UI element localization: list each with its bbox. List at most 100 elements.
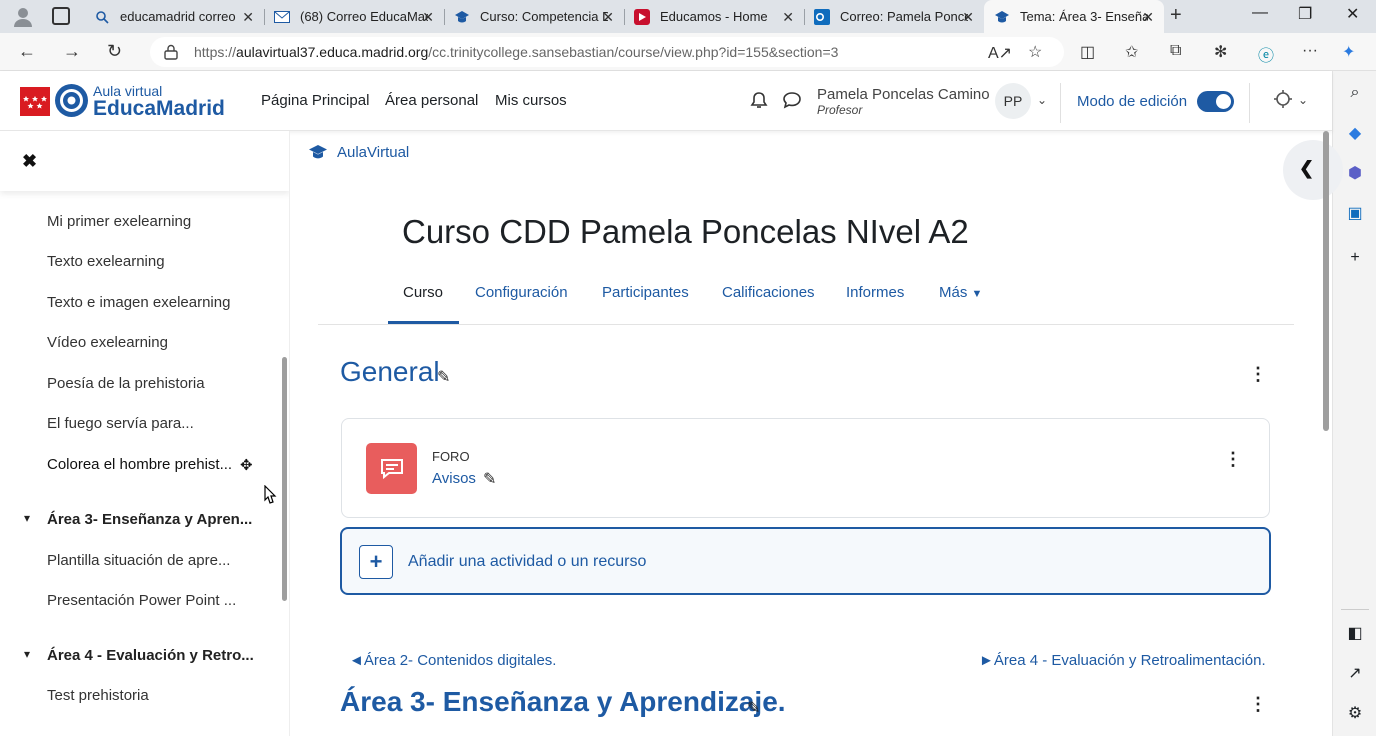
mail-icon — [274, 9, 290, 25]
next-section-link[interactable]: ►Área 4 - Evaluación y Retroalimentación… — [979, 652, 1266, 669]
section-menu-icon[interactable]: ⋮ — [1249, 694, 1267, 715]
chevron-down-icon[interactable]: ▾ — [24, 511, 30, 525]
collections-icon[interactable]: ⧉ — [1170, 42, 1181, 60]
chat-icon[interactable] — [782, 91, 802, 114]
shopping-icon[interactable]: ◆ — [1345, 123, 1365, 143]
user-name[interactable]: Pamela Poncelas Camino — [817, 86, 990, 103]
close-window-icon[interactable]: ✕ — [1346, 4, 1359, 24]
close-icon[interactable]: ✕ — [962, 9, 974, 26]
block-drawer-toggle[interactable]: ❮ — [1283, 140, 1343, 200]
restore-icon[interactable]: ❐ — [1298, 4, 1312, 24]
pencil-icon[interactable]: ✎ — [437, 367, 450, 387]
activity-link-avisos[interactable]: Avisos — [432, 470, 476, 487]
tab-educamadrid-correo[interactable]: educamadrid correo ✕ — [84, 0, 264, 33]
favorite-star-icon[interactable]: ☆ — [1028, 42, 1042, 62]
tab-educamos-home[interactable]: Educamos - Home ✕ — [624, 0, 804, 33]
tab-mas[interactable]: Más ▼ — [939, 284, 982, 301]
profile-icon[interactable] — [12, 6, 34, 28]
favorites-icon[interactable]: ✩ — [1125, 42, 1138, 62]
pencil-icon[interactable]: ✎ — [483, 469, 496, 489]
course-index-section[interactable]: Área 4 - Evaluación y Retro... — [47, 647, 254, 664]
chevron-down-icon[interactable]: ▾ — [24, 647, 30, 661]
course-index-item[interactable]: Texto exelearning — [47, 253, 165, 270]
user-role: Profesor — [817, 103, 863, 117]
tab-tema-area3[interactable]: Tema: Área 3- Enseñanza ✕ — [984, 0, 1164, 33]
forum-icon[interactable] — [366, 443, 417, 494]
tab-participantes[interactable]: Participantes — [602, 284, 689, 301]
close-icon[interactable]: ✕ — [1142, 9, 1154, 26]
external-link-icon[interactable]: ↗ — [1345, 663, 1365, 683]
close-icon[interactable]: ✕ — [602, 9, 614, 26]
breadcrumb[interactable]: AulaVirtual — [337, 144, 409, 161]
tab-curso[interactable]: Curso — [403, 284, 443, 301]
course-index-item[interactable]: Poesía de la prehistoria — [47, 375, 205, 392]
refresh-icon[interactable]: ↻ — [107, 41, 122, 62]
address-toolbar: ← → ↻ https://aulavirtual37.educa.madrid… — [0, 33, 1376, 71]
lock-icon[interactable] — [164, 44, 178, 60]
new-tab-icon[interactable]: + — [1170, 4, 1182, 27]
close-icon[interactable]: ✖ — [22, 151, 37, 172]
add-activity-button[interactable]: + Añadir una actividad o un recurso — [340, 527, 1271, 595]
tab-actions-icon[interactable] — [52, 7, 70, 25]
extensions-icon[interactable]: ✻ — [1214, 42, 1227, 62]
course-index-section[interactable]: Área 3- Enseñanza y Apren... — [47, 511, 252, 528]
site-header: Aula virtual EducaMadrid Página Principa… — [0, 71, 1332, 131]
course-index-item[interactable]: Texto e imagen exelearning — [47, 294, 230, 311]
move-icon[interactable]: ✥ — [240, 456, 253, 474]
pencil-icon[interactable]: ✎ — [747, 698, 760, 718]
educamos-icon — [634, 8, 650, 25]
drawer-scrollbar[interactable] — [282, 357, 287, 601]
activity-menu-icon[interactable]: ⋮ — [1224, 449, 1242, 470]
minimize-icon[interactable]: — — [1252, 4, 1268, 22]
activity-type-label: FORO — [432, 449, 470, 464]
course-index-item[interactable]: Mi primer exelearning — [47, 213, 191, 230]
edit-mode-toggle[interactable] — [1197, 91, 1234, 112]
tab-configuracion[interactable]: Configuración — [475, 284, 568, 301]
close-icon[interactable]: ✕ — [782, 9, 794, 26]
tab-informes[interactable]: Informes — [846, 284, 904, 301]
forward-icon[interactable]: → — [63, 41, 81, 62]
nav-area-personal[interactable]: Área personal — [385, 92, 478, 109]
close-icon[interactable]: ✕ — [242, 9, 254, 26]
nav-pagina-principal[interactable]: Página Principal — [261, 92, 369, 109]
read-aloud-icon[interactable]: A↗ — [988, 43, 1012, 63]
bell-icon[interactable] — [750, 91, 768, 114]
more-menu-icon[interactable]: ··· — [1302, 42, 1318, 60]
copilot-icon[interactable]: ✦ — [1342, 42, 1355, 62]
settings-icon[interactable]: ⚙ — [1345, 703, 1365, 723]
course-index-item[interactable]: Presentación Power Point ... — [47, 592, 236, 609]
office-icon[interactable]: ⬢ — [1345, 163, 1365, 183]
tab-correo-educamadrid[interactable]: (68) Correo EducaMadrid ✕ — [264, 0, 444, 33]
section-menu-icon[interactable]: ⋮ — [1249, 364, 1267, 385]
nav-mis-cursos[interactable]: Mis cursos — [495, 92, 567, 109]
course-index-item[interactable]: Test prehistoria — [47, 687, 149, 704]
outlook-icon[interactable]: ▣ — [1345, 203, 1365, 223]
tab-curso-competencia[interactable]: Curso: Competencia Digital ✕ — [444, 0, 624, 33]
chevron-down-icon[interactable]: ⌄ — [1037, 93, 1047, 107]
madrid-flag-logo[interactable] — [20, 87, 50, 116]
chevron-down-icon[interactable]: ⌄ — [1298, 93, 1308, 107]
back-icon[interactable]: ← — [18, 41, 36, 62]
add-icon[interactable]: + — [1345, 248, 1365, 268]
avatar[interactable]: PP — [995, 83, 1031, 119]
split-screen-icon[interactable]: ◫ — [1080, 42, 1095, 62]
sidebar-toggle-icon[interactable]: ◧ — [1345, 623, 1365, 643]
logo-title[interactable]: EducaMadrid — [93, 97, 225, 121]
chevron-left-icon: ❮ — [1299, 158, 1315, 178]
search-icon[interactable]: ⌕ — [1345, 83, 1365, 103]
address-bar[interactable]: https://aulavirtual37.educa.madrid.org/c… — [150, 37, 1064, 67]
accessibility-icon[interactable] — [1273, 89, 1293, 114]
course-index-item[interactable]: Colorea el hombre prehist... — [47, 456, 232, 473]
educamadrid-logo-icon[interactable] — [55, 84, 88, 117]
course-index-item[interactable]: Vídeo exelearning — [47, 334, 168, 351]
page-scrollbar[interactable] — [1323, 131, 1329, 431]
edge-bar-icon[interactable]: ⓔ — [1258, 42, 1274, 66]
close-icon[interactable]: ✕ — [422, 9, 434, 26]
tab-correo-pamela[interactable]: Correo: Pamela Poncelas ✕ — [804, 0, 984, 33]
course-index-item[interactable]: El fuego servía para... — [47, 415, 194, 432]
course-index-item[interactable]: Plantilla situación de apre... — [47, 552, 230, 569]
section-title-general[interactable]: General — [340, 356, 440, 388]
prev-section-link[interactable]: ◄Área 2- Contenidos digitales. — [349, 652, 556, 669]
section-title-area3[interactable]: Área 3- Enseñanza y Aprendizaje. — [340, 686, 786, 718]
tab-calificaciones[interactable]: Calificaciones — [722, 284, 815, 301]
